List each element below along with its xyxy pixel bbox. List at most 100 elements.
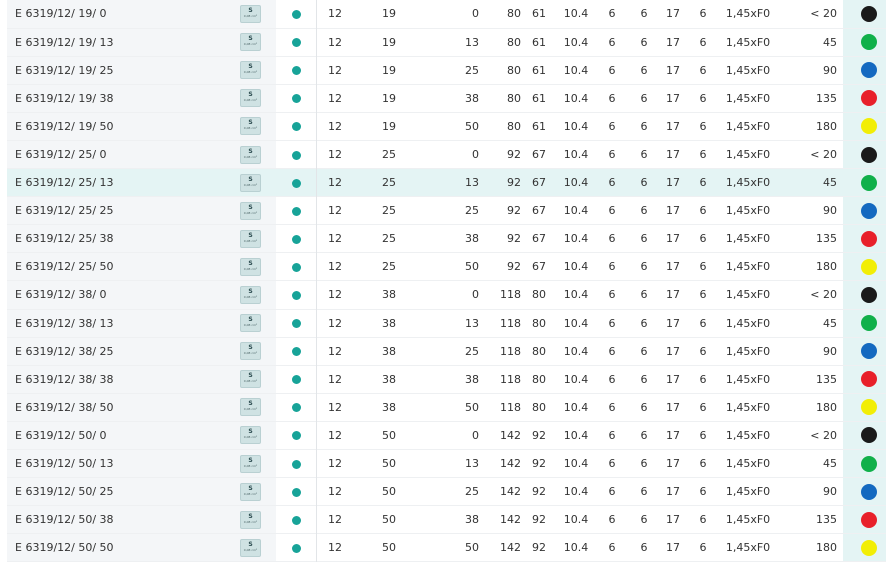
cross-section-badge-icon[interactable]: S 0,08 cm² xyxy=(240,538,261,557)
article-number[interactable]: E 6319/12/ 50/ 13 xyxy=(7,449,225,478)
cell-d: 12 xyxy=(328,148,342,162)
article-number[interactable]: E 6319/12/ 38/ 50 xyxy=(7,393,225,422)
table-row[interactable]: E 6319/12/ 25/ 0 S 0,08 cm² 12 25 0 92 67 10.4 6 6… xyxy=(7,140,886,169)
cell-b: 10.4 xyxy=(563,260,589,274)
cross-section-badge-icon[interactable]: S 0,08 cm² xyxy=(240,173,261,192)
article-number[interactable]: E 6319/12/ 25/ 38 xyxy=(7,224,225,253)
table-row[interactable]: E 6319/12/ 19/ 38 S 0,08 cm² 12 19 38 80 61 10.4… xyxy=(7,84,886,113)
table-row[interactable]: E 6319/12/ 50/ 0 S 0,08 cm² 12 50 0 142 92 10.4 6… xyxy=(7,421,886,450)
cross-section-badge-icon[interactable]: S 0,08 cm² xyxy=(240,454,261,473)
status-dot-icon xyxy=(291,543,301,553)
table-row[interactable]: E 6319/12/ 50/ 13 S 0,08 cm² 12 50 13 142 92 10.… xyxy=(7,449,886,478)
cell-x: 6 xyxy=(699,316,707,330)
table-row[interactable]: E 6319/12/ 50/ 50 S 0,08 cm² 12 50 50 142 92 10.… xyxy=(7,533,886,562)
cell-b: 10.4 xyxy=(563,204,589,218)
status-dot-icon xyxy=(291,38,301,48)
cell-d2: 61 xyxy=(532,35,546,49)
cross-section-badge-icon[interactable]: S 0,08 cm² xyxy=(240,33,261,52)
article-number[interactable]: E 6319/12/ 50/ 0 xyxy=(7,421,225,450)
article-number[interactable]: E 6319/12/ 25/ 13 xyxy=(7,168,225,197)
cell-x: 6 xyxy=(699,457,707,471)
article-number[interactable]: E 6319/12/ 50/ 38 xyxy=(7,505,225,534)
badge-subtext: 0,08 cm² xyxy=(243,463,258,468)
cross-section-badge-icon[interactable]: S 0,08 cm² xyxy=(240,426,261,445)
table-row[interactable]: E 6319/12/ 25/ 50 S 0,08 cm² 12 25 50 92 67 10.4… xyxy=(7,252,886,281)
cell-l: 50 xyxy=(465,541,479,555)
table-row[interactable]: E 6319/12/ 19/ 0 S 0,08 cm² 12 19 0 80 61 10.4 6 6… xyxy=(7,0,886,29)
table-row[interactable]: E 6319/12/ 50/ 25 S 0,08 cm² 12 50 25 142 92 10.… xyxy=(7,477,886,506)
cell-d-outer: 25 xyxy=(353,168,425,197)
table-row[interactable]: E 6319/12/ 38/ 25 S 0,08 cm² 12 38 25 118 80 10.… xyxy=(7,337,886,366)
table-row[interactable]: E 6319/12/ 38/ 0 S 0,08 cm² 12 38 0 118 80 10.4 6… xyxy=(7,280,886,310)
cell-angle: < 20 xyxy=(810,148,837,162)
color-cell xyxy=(843,449,886,478)
table-row[interactable]: E 6319/12/ 25/ 25 S 0,08 cm² 12 25 25 92 67 10.4… xyxy=(7,196,886,225)
cross-section-badge-icon[interactable]: S 0,08 cm² xyxy=(240,370,261,389)
cross-section-badge-icon[interactable]: S 0,08 cm² xyxy=(240,314,261,333)
badge-letter: S xyxy=(248,512,253,520)
table-row[interactable]: E 6319/12/ 50/ 38 S 0,08 cm² 12 50 38 142 92 10.… xyxy=(7,505,886,534)
cell-thread: 1,45xF0 xyxy=(725,513,771,527)
article-number[interactable]: E 6319/12/ 25/ 25 xyxy=(7,196,225,225)
cell-thread: 1,45xF0 xyxy=(725,148,771,162)
article-number[interactable]: E 6319/12/ 19/ 0 xyxy=(7,0,225,29)
cell-thread: 1,45xF0 xyxy=(725,288,771,302)
table-row[interactable]: E 6319/12/ 38/ 38 S 0,08 cm² 12 38 38 118 80 10.… xyxy=(7,365,886,394)
status-cell xyxy=(276,505,317,534)
cell-s: 6 xyxy=(608,204,616,218)
status-cell xyxy=(276,533,317,562)
cross-section-badge-icon[interactable]: S 0,08 cm² xyxy=(240,89,261,108)
status-dot-icon xyxy=(291,178,301,188)
cross-section-badge-icon[interactable]: S 0,08 cm² xyxy=(240,257,261,276)
badge-letter: S xyxy=(248,259,253,267)
cross-section-badge-icon[interactable]: S 0,08 cm² xyxy=(240,285,261,304)
cell-h: 17 xyxy=(666,485,680,499)
cell-d2: 92 xyxy=(532,513,546,527)
table-row[interactable]: E 6319/12/ 19/ 50 S 0,08 cm² 12 19 50 80 61 10.4… xyxy=(7,112,886,141)
article-number[interactable]: E 6319/12/ 19/ 25 xyxy=(7,56,225,85)
table-row[interactable]: E 6319/12/ 25/ 13 S 0,08 cm² 12 25 13 92 67 10.4… xyxy=(7,168,886,197)
article-number[interactable]: E 6319/12/ 38/ 0 xyxy=(7,280,225,310)
table-row[interactable]: E 6319/12/ 25/ 38 S 0,08 cm² 12 25 38 92 67 10.4… xyxy=(7,224,886,253)
article-number[interactable]: E 6319/12/ 50/ 50 xyxy=(7,533,225,562)
cross-section-badge-icon[interactable]: S 0,08 cm² xyxy=(240,4,261,23)
badge-subtext: 0,08 cm² xyxy=(243,126,258,131)
table-row[interactable]: E 6319/12/ 38/ 50 S 0,08 cm² 12 38 50 118 80 10.… xyxy=(7,393,886,422)
cross-section-badge-icon[interactable]: S 0,08 cm² xyxy=(240,145,261,164)
article-number[interactable]: E 6319/12/ 25/ 50 xyxy=(7,252,225,281)
article-number[interactable]: E 6319/12/ 50/ 25 xyxy=(7,477,225,506)
article-number[interactable]: E 6319/12/ 38/ 25 xyxy=(7,337,225,366)
table-row[interactable]: E 6319/12/ 19/ 25 S 0,08 cm² 12 19 25 80 61 10.4… xyxy=(7,56,886,85)
status-dot-icon xyxy=(291,206,301,216)
article-number[interactable]: E 6319/12/ 19/ 13 xyxy=(7,28,225,57)
cross-section-badge-icon[interactable]: S 0,08 cm² xyxy=(240,201,261,220)
badge-letter: S xyxy=(248,287,253,295)
article-number[interactable]: E 6319/12/ 38/ 38 xyxy=(7,365,225,394)
badge-subtext: 0,08 cm² xyxy=(243,70,258,75)
cell-l: 13 xyxy=(465,35,479,49)
cell-s: 6 xyxy=(608,485,616,499)
cell-d-outer: 50 xyxy=(382,513,396,527)
article-number[interactable]: E 6319/12/ 38/ 13 xyxy=(7,309,225,338)
cell-d1: 92 xyxy=(507,232,521,246)
badge-cell: S 0,08 cm² xyxy=(225,309,276,338)
cross-section-badge-icon[interactable]: S 0,08 cm² xyxy=(240,229,261,248)
article-number[interactable]: E 6319/12/ 19/ 50 xyxy=(7,112,225,141)
cross-section-badge-icon[interactable]: S 0,08 cm² xyxy=(240,342,261,361)
table-row[interactable]: E 6319/12/ 19/ 13 S 0,08 cm² 12 19 13 80 61 10.4… xyxy=(7,28,886,57)
cell-d1: 118 xyxy=(500,400,521,414)
table-row[interactable]: E 6319/12/ 38/ 13 S 0,08 cm² 12 38 13 118 80 10.… xyxy=(7,309,886,338)
cell-h: 17 xyxy=(666,148,680,162)
cross-section-badge-icon[interactable]: S 0,08 cm² xyxy=(240,117,261,136)
cross-section-badge-icon[interactable]: S 0,08 cm² xyxy=(240,482,261,501)
article-number[interactable]: E 6319/12/ 19/ 38 xyxy=(7,84,225,113)
cross-section-badge-icon[interactable]: S 0,08 cm² xyxy=(240,398,261,417)
cell-b: 10.4 xyxy=(563,428,589,442)
cross-section-badge-icon[interactable]: S 0,08 cm² xyxy=(240,61,261,80)
cross-section-badge-icon[interactable]: S 0,08 cm² xyxy=(240,510,261,529)
article-number[interactable]: E 6319/12/ 25/ 0 xyxy=(7,140,225,169)
cell-thread: 1,45xF0 xyxy=(725,541,771,555)
cell-angle: 90 xyxy=(823,485,837,499)
cell-angle: < 20 xyxy=(810,288,837,302)
badge-subtext: 0,08 cm² xyxy=(243,154,258,159)
